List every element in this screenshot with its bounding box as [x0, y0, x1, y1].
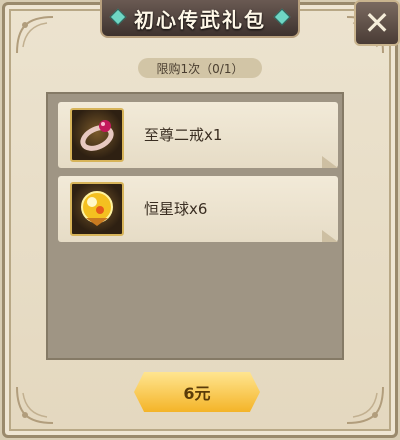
- list-item: 恒星球x6: [58, 176, 338, 242]
- corner-flourish-icon: [16, 16, 54, 54]
- gem-icon: [109, 8, 127, 26]
- ring-icon[interactable]: [70, 108, 124, 162]
- item-name: 至尊二戒x1: [144, 126, 223, 144]
- title-plate: 初心传武礼包: [100, 0, 300, 38]
- list-item: 至尊二戒x1: [58, 102, 338, 168]
- star-orb-icon[interactable]: [70, 182, 124, 236]
- reward-list: 至尊二戒x1 恒星球x6: [46, 92, 344, 360]
- buy-button[interactable]: 6元: [134, 372, 260, 412]
- item-name: 恒星球x6: [144, 200, 208, 218]
- corner-flourish-icon: [16, 386, 54, 424]
- purchase-limit-badge: 限购1次（0/1）: [138, 58, 262, 78]
- dialog-title: 初心传武礼包: [134, 7, 266, 32]
- buy-button-label: 6元: [183, 384, 211, 403]
- close-button[interactable]: ✕: [354, 0, 400, 46]
- gem-icon: [273, 8, 291, 26]
- close-icon: ✕: [363, 4, 391, 42]
- corner-flourish-icon: [346, 386, 384, 424]
